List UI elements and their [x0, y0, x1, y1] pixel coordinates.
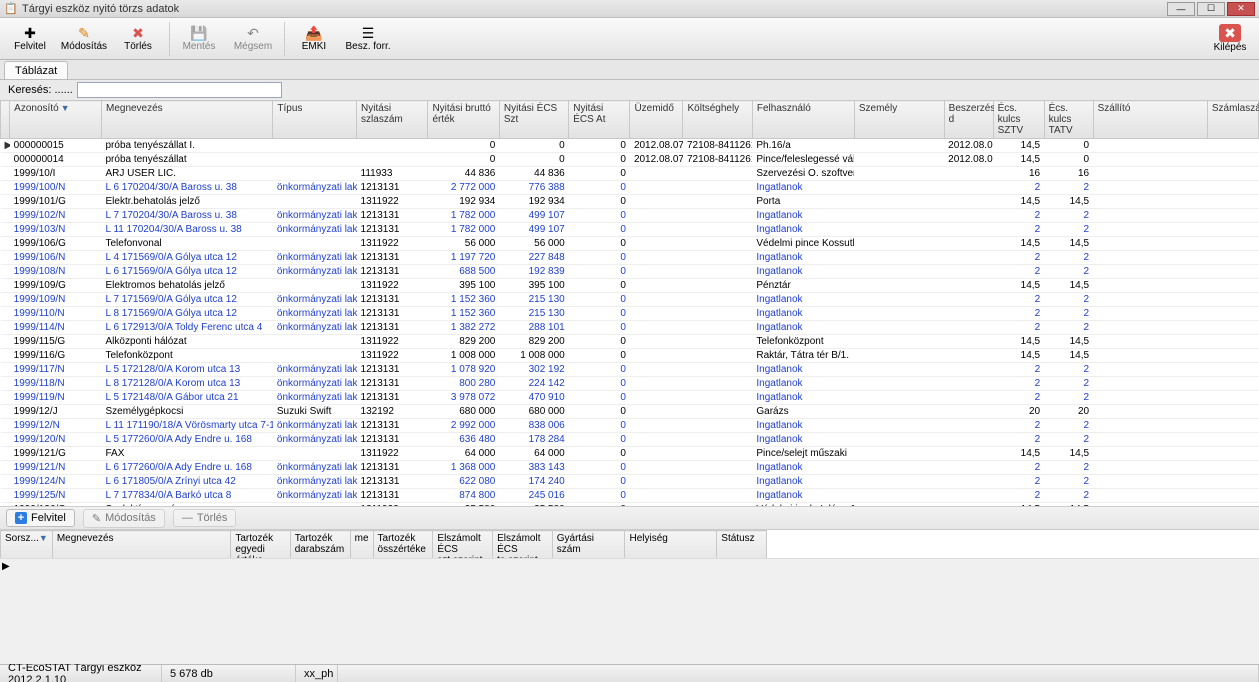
column-header[interactable]: Nyitási bruttó érték: [428, 101, 499, 139]
emki-button[interactable]: 📤EMKI: [288, 21, 340, 57]
table-row[interactable]: 1999/102/N L 7 170204/30/A Baross u. 38 …: [1, 209, 1259, 223]
plus-icon: ✚: [24, 25, 36, 41]
disk-icon: 💾: [190, 25, 207, 41]
table-row[interactable]: 1999/106/N L 4 171569/0/A Gólya utca 12 …: [1, 251, 1259, 265]
export-icon: 📤: [305, 25, 322, 41]
new-button[interactable]: ✚Felvitel: [4, 21, 56, 57]
row-indicator-icon: ▶: [2, 561, 10, 572]
table-row[interactable]: 1999/114/N L 6 172913/0/A Toldy Ferenc u…: [1, 321, 1259, 335]
table-row[interactable]: 1999/103/N L 11 170204/30/A Baross u. 38…: [1, 223, 1259, 237]
searchbar: Keresés: ......: [0, 80, 1259, 100]
sub-grid[interactable]: Sorsz...▼MegnevezésTartozék egyedi érték…: [0, 530, 1259, 558]
tabstrip: Táblázat: [0, 60, 1259, 80]
column-header[interactable]: Azonosító▼: [10, 101, 102, 139]
column-header[interactable]: Költséghely: [683, 101, 752, 139]
table-row[interactable]: 1999/126/G Szelektív egység 1311922 35 5…: [1, 503, 1259, 507]
table-row[interactable]: 1999/120/N L 5 177260/0/A Ady Endre u. 1…: [1, 433, 1259, 447]
pencil-icon: ✎: [92, 512, 101, 525]
table-row[interactable]: 1999/119/N L 5 172148/0/A Gábor utca 21 …: [1, 391, 1259, 405]
table-row[interactable]: 1999/100/N L 6 170204/30/A Baross u. 38 …: [1, 181, 1259, 195]
table-row[interactable]: 000000014 próba tenyészállat 0 0 0 2012.…: [1, 153, 1259, 167]
table-row[interactable]: 1999/116/G Telefonközpont 1311922 1 008 …: [1, 349, 1259, 363]
table-row[interactable]: 1999/110/N L 8 171569/0/A Gólya utca 12 …: [1, 307, 1259, 321]
status-count: 5 678 db: [162, 665, 296, 682]
status-app: CT-EcoSTAT Tárgyi eszköz 2012.2.1.10: [0, 665, 162, 682]
sub-grid-body: ▶: [0, 558, 1259, 664]
column-header[interactable]: Üzemidő: [630, 101, 683, 139]
column-header[interactable]: Écs. kulcs TATV: [1044, 101, 1093, 139]
table-row[interactable]: 1999/12/J Személygépkocsi Suzuki Swift 1…: [1, 405, 1259, 419]
sub-edit-button: ✎Módosítás: [83, 509, 165, 528]
app-icon: 📋: [4, 2, 18, 16]
close-icon: ✖: [1219, 24, 1241, 42]
maximize-button[interactable]: ☐: [1197, 2, 1225, 16]
sub-new-button[interactable]: +Felvitel: [6, 509, 75, 527]
table-row[interactable]: 1999/121/N L 6 177260/0/A Ady Endre u. 1…: [1, 461, 1259, 475]
table-row[interactable]: 1999/10/I ARJ USER LIC. 111933 44 836 44…: [1, 167, 1259, 181]
undo-icon: ↶: [247, 25, 259, 41]
table-row[interactable]: 1999/117/N L 5 172128/0/A Korom utca 13 …: [1, 363, 1259, 377]
table-row[interactable]: 1999/108/N L 6 171569/0/A Gólya utca 12 …: [1, 265, 1259, 279]
column-header[interactable]: Nyitási ÉCS At: [569, 101, 630, 139]
table-row[interactable]: 1999/12/N L 11 171190/18/A Vörösmarty ut…: [1, 419, 1259, 433]
save-button: 💾Mentés: [173, 21, 225, 57]
main-grid[interactable]: Azonosító▼MegnevezésTípusNyitási szlaszá…: [0, 100, 1259, 506]
column-header[interactable]: Écs. kulcs SZTV: [993, 101, 1044, 139]
table-row[interactable]: 1999/118/N L 8 172128/0/A Korom utca 13 …: [1, 377, 1259, 391]
minus-icon: —: [182, 512, 193, 524]
table-row[interactable]: 1999/106/G Telefonvonal 1311922 56 000 5…: [1, 237, 1259, 251]
column-header[interactable]: Számlaszá: [1207, 101, 1258, 139]
edit-button[interactable]: ✎Módosítás: [58, 21, 110, 57]
status-user: xx_ph: [296, 665, 338, 682]
table-row[interactable]: 1999/125/N L 7 177834/0/A Barkó utca 8 ö…: [1, 489, 1259, 503]
exit-button[interactable]: ✖Kilépés: [1207, 21, 1253, 57]
table-row[interactable]: 1999/121/G FAX 1311922 64 000 64 000 0 P…: [1, 447, 1259, 461]
column-header[interactable]: Megnevezés: [101, 101, 272, 139]
beszforr-button[interactable]: ☰Besz. forr.: [342, 21, 394, 57]
column-header[interactable]: Felhasználó: [752, 101, 854, 139]
main-toolbar: ✚Felvitel ✎Módosítás ✖Törlés 💾Mentés ↶Mé…: [0, 18, 1259, 60]
titlebar: 📋 Tárgyi eszköz nyitó törzs adatok — ☐ ✕: [0, 0, 1259, 18]
column-header[interactable]: Típus: [273, 101, 357, 139]
table-row[interactable]: 1999/101/G Elektr.behatolás jelző 131192…: [1, 195, 1259, 209]
list-icon: ☰: [362, 25, 375, 41]
sub-delete-button: —Törlés: [173, 509, 237, 527]
search-label: Keresés: ......: [8, 84, 73, 96]
delete-button[interactable]: ✖Törlés: [112, 21, 164, 57]
search-input[interactable]: [77, 82, 282, 98]
table-row[interactable]: ▶ 000000015 próba tenyészállat I. 0 0 0 …: [1, 139, 1259, 153]
window-title: Tárgyi eszköz nyitó törzs adatok: [22, 3, 1167, 15]
table-row[interactable]: 1999/109/G Elektromos behatolás jelző 13…: [1, 279, 1259, 293]
pencil-icon: ✎: [78, 25, 90, 41]
column-header[interactable]: Beszerzés d: [944, 101, 993, 139]
sub-toolbar: +Felvitel ✎Módosítás —Törlés: [0, 506, 1259, 530]
column-header[interactable]: Nyitási szlaszám: [357, 101, 428, 139]
table-row[interactable]: 1999/109/N L 7 171569/0/A Gólya utca 12 …: [1, 293, 1259, 307]
statusbar: CT-EcoSTAT Tárgyi eszköz 2012.2.1.10 5 6…: [0, 664, 1259, 682]
close-button[interactable]: ✕: [1227, 2, 1255, 16]
plus-icon: +: [15, 512, 27, 524]
column-header[interactable]: Szállító: [1093, 101, 1207, 139]
column-header[interactable]: Személy: [854, 101, 944, 139]
cancel-button: ↶Mégsem: [227, 21, 279, 57]
tab-tablazat[interactable]: Táblázat: [4, 61, 68, 79]
minimize-button[interactable]: —: [1167, 2, 1195, 16]
trash-icon: ✖: [132, 25, 144, 41]
table-row[interactable]: 1999/115/G Alközponti hálózat 1311922 82…: [1, 335, 1259, 349]
column-header[interactable]: Nyitási ÉCS Szt: [499, 101, 568, 139]
table-row[interactable]: 1999/124/N L 6 171805/0/A Zrínyi utca 42…: [1, 475, 1259, 489]
